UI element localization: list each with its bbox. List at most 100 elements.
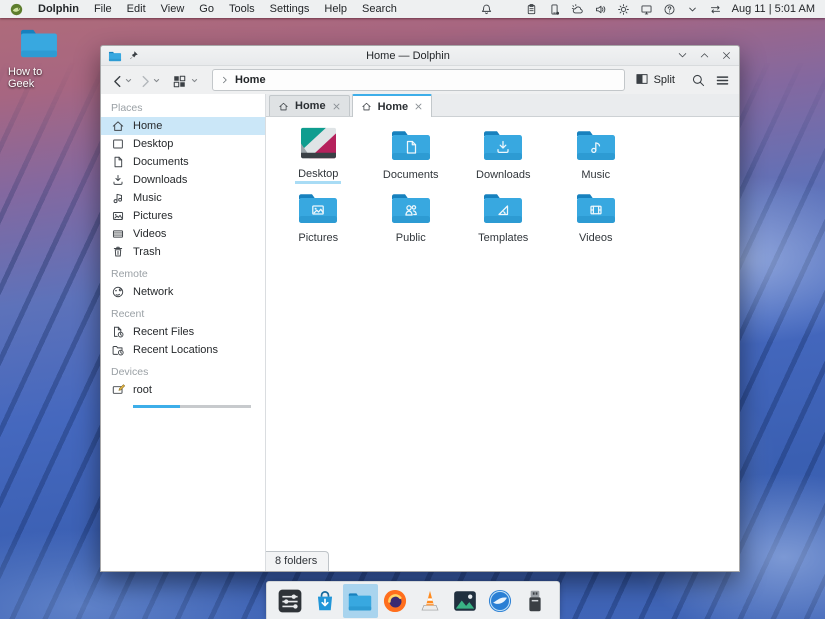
menu-app-name[interactable]: Dolphin <box>38 3 79 15</box>
folder-label: Documents <box>380 169 442 182</box>
tab-home-2[interactable]: Home <box>352 94 433 117</box>
taskbar-konqueror-icon[interactable] <box>483 584 518 618</box>
sidebar-item-trash[interactable]: Trash <box>101 243 265 261</box>
folder-templates[interactable]: Templates <box>457 189 550 252</box>
folder-label: Downloads <box>473 169 533 182</box>
brightness-icon[interactable] <box>617 3 630 16</box>
folder-pictures[interactable]: Pictures <box>272 189 365 252</box>
sidebar-item-downloads[interactable]: Downloads <box>101 171 265 189</box>
folder-view[interactable]: Desktop Documents Downloads Music Pictur… <box>266 117 739 548</box>
menu-search[interactable]: Search <box>362 3 397 15</box>
sidebar-item-root[interactable]: root <box>101 381 265 412</box>
back-button[interactable] <box>110 71 132 89</box>
breadcrumb[interactable]: Home <box>235 74 266 86</box>
video-icon <box>111 227 125 241</box>
sidebar-item-videos[interactable]: Videos <box>101 225 265 243</box>
pin-icon[interactable] <box>128 50 139 61</box>
display-icon[interactable] <box>640 3 653 16</box>
help-icon[interactable] <box>663 3 676 16</box>
split-button[interactable]: Split <box>635 72 675 89</box>
split-label: Split <box>654 74 675 86</box>
window-controls <box>677 50 732 61</box>
folder-label: Music <box>578 169 613 182</box>
taskbar <box>266 581 560 619</box>
menu-view[interactable]: View <box>161 3 185 15</box>
folder-downloads[interactable]: Downloads <box>457 126 550 189</box>
tab-close-icon[interactable] <box>414 102 423 111</box>
menu-settings[interactable]: Settings <box>270 3 310 15</box>
sidebar-item-label: Network <box>133 286 173 298</box>
tab-close-icon[interactable] <box>332 102 341 111</box>
sidebar-item-home[interactable]: Home <box>101 117 265 135</box>
weather-icon[interactable] <box>571 3 584 16</box>
view-mode-button[interactable] <box>172 71 198 89</box>
taskbar-dolphin-icon[interactable] <box>343 584 378 618</box>
sidebar-item-network[interactable]: Network <box>101 283 265 301</box>
taskbar-firefox-icon[interactable] <box>378 584 413 618</box>
window-title: Home — Dolphin <box>145 50 671 62</box>
sidebar-item-music[interactable]: Music <box>101 189 265 207</box>
tray-icons <box>480 3 722 16</box>
location-bar[interactable]: Home <box>212 69 625 91</box>
sidebar-item-label: Documents <box>133 156 189 168</box>
maximize-button[interactable] <box>699 50 710 61</box>
menu-help[interactable]: Help <box>324 3 347 15</box>
sidebar-section-recent: Recent <box>101 301 265 323</box>
recent-folder-icon <box>111 343 125 357</box>
taskbar-gwenview-icon[interactable] <box>448 584 483 618</box>
home-icon <box>278 101 289 112</box>
clock[interactable]: Aug 11 | 5:01 AM <box>732 3 815 15</box>
sidebar-item-label: Recent Files <box>133 326 194 338</box>
folder-templates-icon <box>481 189 525 230</box>
hamburger-menu-button[interactable] <box>715 73 730 88</box>
recent-file-icon <box>111 325 125 339</box>
folder-documents[interactable]: Documents <box>365 126 458 189</box>
clipboard-icon[interactable] <box>525 3 538 16</box>
titlebar[interactable]: Home — Dolphin <box>101 46 739 66</box>
tab-home-1[interactable]: Home <box>269 95 350 116</box>
folder-desktop[interactable]: Desktop <box>272 126 365 189</box>
menu-go[interactable]: Go <box>199 3 214 15</box>
notifications-bell-icon[interactable] <box>480 3 493 16</box>
search-button[interactable] <box>691 73 706 88</box>
menu-file[interactable]: File <box>94 3 112 15</box>
menu-tools[interactable]: Tools <box>229 3 255 15</box>
forward-button[interactable] <box>138 71 160 89</box>
taskbar-device-notifier-icon[interactable] <box>518 584 553 618</box>
dolphin-app-icon <box>108 50 122 62</box>
tab-bar: Home Home <box>266 94 739 117</box>
sidebar-item-label: root <box>133 384 152 396</box>
sidebar-item-label: Desktop <box>133 138 173 150</box>
folder-downloads-icon <box>481 126 525 167</box>
sidebar-item-documents[interactable]: Documents <box>101 153 265 171</box>
shade-button[interactable] <box>677 50 688 61</box>
home-icon <box>361 101 372 112</box>
taskbar-vlc-icon[interactable] <box>413 584 448 618</box>
folder-icon <box>18 25 60 64</box>
chevron-down-icon[interactable] <box>686 3 699 16</box>
sidebar-item-label: Home <box>133 120 162 132</box>
volume-icon[interactable] <box>594 3 607 16</box>
sidebar-section-places: Places <box>101 95 265 117</box>
sidebar-item-label: Pictures <box>133 210 173 222</box>
folder-label: Public <box>393 232 429 245</box>
close-button[interactable] <box>721 50 732 61</box>
folder-public[interactable]: Public <box>365 189 458 252</box>
taskbar-discover-icon[interactable] <box>308 584 343 618</box>
status-arrows-icon[interactable] <box>709 3 722 16</box>
sidebar-item-recent-files[interactable]: Recent Files <box>101 323 265 341</box>
phone-device-icon[interactable] <box>548 3 561 16</box>
app-menu: Dolphin File Edit View Go Tools Settings Help S… <box>10 3 397 16</box>
folder-videos-icon <box>574 189 618 230</box>
folder-music[interactable]: Music <box>550 126 643 189</box>
taskbar-system-settings-icon[interactable] <box>273 584 308 618</box>
download-icon <box>111 173 125 187</box>
folder-videos[interactable]: Videos <box>550 189 643 252</box>
menu-edit[interactable]: Edit <box>127 3 146 15</box>
sidebar-item-desktop[interactable]: Desktop <box>101 135 265 153</box>
sidebar-item-recent-locations[interactable]: Recent Locations <box>101 341 265 359</box>
distro-logo-icon[interactable] <box>10 3 23 16</box>
sidebar-item-pictures[interactable]: Pictures <box>101 207 265 225</box>
desktop-shortcut-how-to-geek[interactable]: How to Geek <box>8 25 70 90</box>
tab-label: Home <box>295 100 326 112</box>
